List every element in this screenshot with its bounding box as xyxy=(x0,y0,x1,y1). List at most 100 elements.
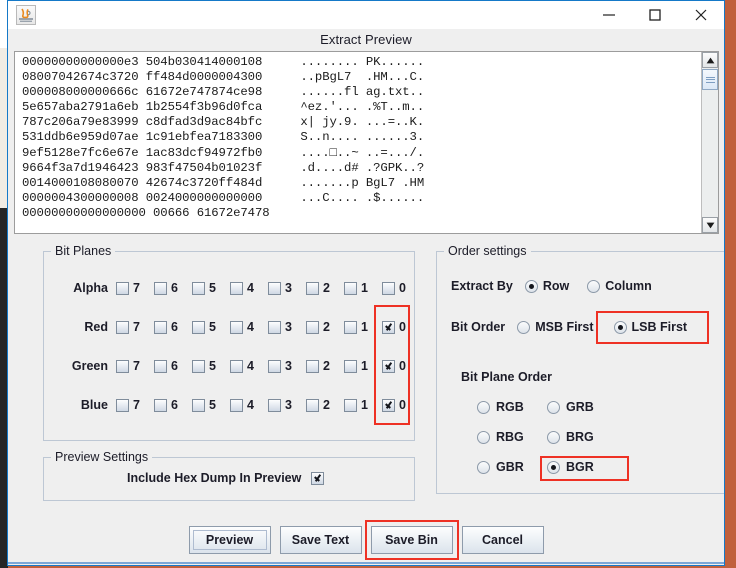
minimize-icon[interactable] xyxy=(586,1,632,28)
radio-lsb-first-label: LSB First xyxy=(632,320,688,334)
checkbox-alpha-bit-1[interactable] xyxy=(344,282,357,295)
radio-bgr-indicator[interactable] xyxy=(547,461,560,474)
checkbox-blue-bit-3[interactable] xyxy=(268,399,281,412)
checkbox-green-bit-0[interactable] xyxy=(382,360,395,373)
radio-rgb-indicator[interactable] xyxy=(477,401,490,414)
maximize-icon[interactable] xyxy=(632,1,678,28)
scrollbar-track[interactable] xyxy=(702,90,718,216)
hex-offset: 787c206a79e83999 xyxy=(22,115,146,129)
scrollbar-thumb[interactable] xyxy=(702,69,718,90)
checkbox-red-bit-1[interactable] xyxy=(344,321,357,334)
checkbox-green-bit-1[interactable] xyxy=(344,360,357,373)
checkbox-red-bit-4[interactable] xyxy=(230,321,243,334)
include-hex-dump-row[interactable]: Include Hex Dump In Preview xyxy=(127,471,324,485)
radio-brg-label: BRG xyxy=(566,430,594,444)
close-icon[interactable] xyxy=(678,1,724,28)
checkbox-green-bit-3[interactable] xyxy=(268,360,281,373)
radio-grb[interactable]: GRB xyxy=(547,400,594,414)
bit-plane-cell: 3 xyxy=(268,398,306,412)
checkbox-blue-bit-6[interactable] xyxy=(154,399,167,412)
preview-button[interactable]: Preview xyxy=(189,526,271,554)
triangle-up-icon[interactable] xyxy=(702,52,718,68)
bit-index-label: 0 xyxy=(399,320,406,334)
checkbox-green-bit-7[interactable] xyxy=(116,360,129,373)
checkbox-alpha-bit-5[interactable] xyxy=(192,282,205,295)
checkbox-blue-bit-2[interactable] xyxy=(306,399,319,412)
checkbox-blue-bit-0[interactable] xyxy=(382,399,395,412)
cancel-button[interactable]: Cancel xyxy=(462,526,544,554)
checkbox-red-bit-5[interactable] xyxy=(192,321,205,334)
include-hex-dump-checkbox[interactable] xyxy=(311,472,324,485)
bit-plane-cell: 5 xyxy=(192,281,230,295)
save-bin-button[interactable]: Save Bin xyxy=(371,526,453,554)
hex-dump-textarea[interactable]: 00000000000000e3 504b030414000108.......… xyxy=(15,52,701,233)
radio-brg-indicator[interactable] xyxy=(547,431,560,444)
checkbox-red-bit-6[interactable] xyxy=(154,321,167,334)
radio-bgr[interactable]: BGR xyxy=(547,460,594,474)
bit-plane-cell: 1 xyxy=(344,320,382,334)
hex-dump-row-partial: 00000000000000000 00666 61672e7478 xyxy=(22,206,701,221)
radio-extract-row-indicator[interactable] xyxy=(525,280,538,293)
hex-ascii: ..pBgL7 .HM...C. xyxy=(300,70,424,84)
checkbox-blue-bit-4[interactable] xyxy=(230,399,243,412)
checkbox-alpha-bit-6[interactable] xyxy=(154,282,167,295)
bit-plane-cell: 2 xyxy=(306,320,344,334)
bit-plane-row-red: Red76543210 xyxy=(44,317,420,337)
checkbox-blue-bit-5[interactable] xyxy=(192,399,205,412)
bit-index-label: 5 xyxy=(209,398,216,412)
radio-gbr[interactable]: GBR xyxy=(477,460,524,474)
bit-plane-cell: 2 xyxy=(306,359,344,373)
radio-rgb[interactable]: RGB xyxy=(477,400,524,414)
hex-bytes: 983f47504b01023f xyxy=(146,161,262,175)
checkbox-green-bit-2[interactable] xyxy=(306,360,319,373)
bit-plane-cell: 0 xyxy=(382,320,420,334)
radio-rbg[interactable]: RBG xyxy=(477,430,524,444)
radio-extract-column-indicator[interactable] xyxy=(587,280,600,293)
triangle-down-icon[interactable] xyxy=(702,217,718,233)
checkbox-green-bit-6[interactable] xyxy=(154,360,167,373)
radio-lsb-first-indicator[interactable] xyxy=(614,321,627,334)
checkbox-blue-bit-7[interactable] xyxy=(116,399,129,412)
hex-bytes: ff484d0000004300 xyxy=(146,70,262,84)
save-text-button[interactable]: Save Text xyxy=(280,526,362,554)
radio-extract-row[interactable]: Row xyxy=(525,279,569,293)
radio-msb-first-indicator[interactable] xyxy=(517,321,530,334)
checkbox-alpha-bit-0[interactable] xyxy=(382,282,395,295)
hex-dump-scrollbar[interactable] xyxy=(701,52,718,233)
checkbox-red-bit-0[interactable] xyxy=(382,321,395,334)
bit-plane-cell: 7 xyxy=(116,398,154,412)
hex-offset: 000008000000666c xyxy=(22,85,146,99)
hex-dump-row: 0014000108080070 42674c3720ff484d.......… xyxy=(22,176,701,191)
radio-lsb-first[interactable]: LSB First xyxy=(614,320,688,334)
radio-extract-column[interactable]: Column xyxy=(587,279,652,293)
hex-bytes: 42674c3720ff484d xyxy=(146,176,262,190)
button-holder: Preview xyxy=(189,526,271,554)
radio-grb-indicator[interactable] xyxy=(547,401,560,414)
bit-plane-cell: 7 xyxy=(116,320,154,334)
checkbox-green-bit-4[interactable] xyxy=(230,360,243,373)
include-hex-dump-label: Include Hex Dump In Preview xyxy=(127,471,301,485)
checkbox-red-bit-3[interactable] xyxy=(268,321,281,334)
bit-order-label: Bit Order xyxy=(451,320,505,334)
bit-plane-cell: 4 xyxy=(230,281,268,295)
checkbox-red-bit-7[interactable] xyxy=(116,321,129,334)
bit-index-label: 2 xyxy=(323,320,330,334)
checkbox-green-bit-5[interactable] xyxy=(192,360,205,373)
bit-plane-cell: 6 xyxy=(154,359,192,373)
checkbox-alpha-bit-4[interactable] xyxy=(230,282,243,295)
radio-msb-first[interactable]: MSB First xyxy=(517,320,593,334)
bit-index-label: 2 xyxy=(323,398,330,412)
bit-index-label: 3 xyxy=(285,281,292,295)
checkbox-alpha-bit-2[interactable] xyxy=(306,282,319,295)
radio-rbg-indicator[interactable] xyxy=(477,431,490,444)
button-holder: Save Text xyxy=(280,526,362,554)
checkbox-red-bit-2[interactable] xyxy=(306,321,319,334)
bit-plane-cell: 0 xyxy=(382,281,420,295)
bit-plane-cell: 1 xyxy=(344,398,382,412)
checkbox-blue-bit-1[interactable] xyxy=(344,399,357,412)
radio-brg[interactable]: BRG xyxy=(547,430,594,444)
bit-index-label: 4 xyxy=(247,359,254,373)
checkbox-alpha-bit-7[interactable] xyxy=(116,282,129,295)
radio-gbr-indicator[interactable] xyxy=(477,461,490,474)
checkbox-alpha-bit-3[interactable] xyxy=(268,282,281,295)
